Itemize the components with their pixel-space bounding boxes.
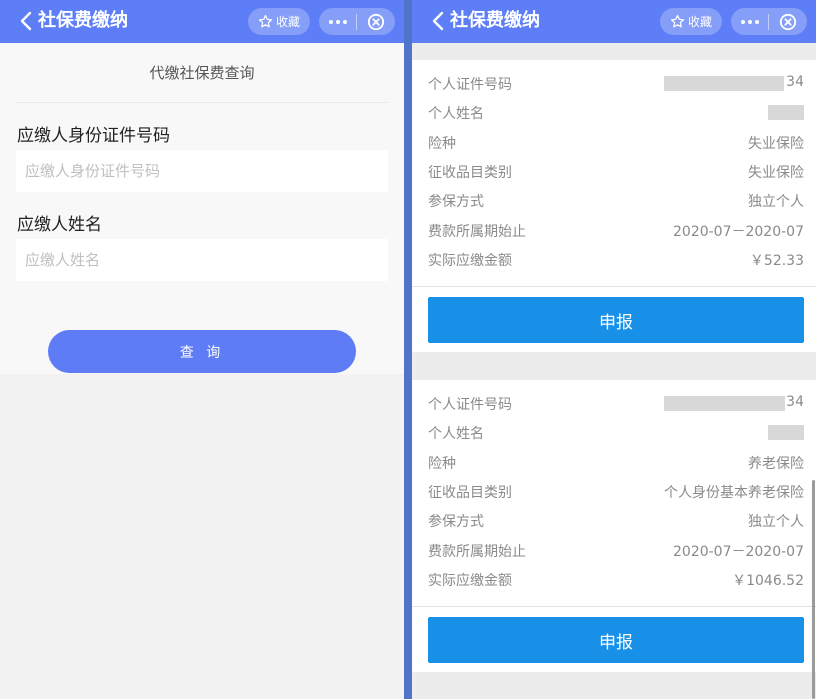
close-button[interactable] xyxy=(769,8,807,35)
header-bar: 社保费缴纳 收藏 xyxy=(0,0,404,43)
star-icon xyxy=(258,14,273,28)
screen-divider xyxy=(404,0,412,699)
results-screen: 社保费缴纳 收藏 个人证件号码 34 个人姓名 险种 失业保险 征收品目类别 失… xyxy=(412,0,816,699)
record-card: 个人证件号码 34 个人姓名 险种 失业保险 征收品目类别 失业保险 参保方式 … xyxy=(412,60,816,352)
more-icon xyxy=(328,19,347,24)
row-label: 费款所属期始止 xyxy=(428,224,526,240)
star-icon xyxy=(670,14,685,28)
id-number-input[interactable] xyxy=(16,150,388,192)
more-icon xyxy=(740,19,759,24)
capsule-menu xyxy=(319,8,395,35)
card-divider xyxy=(412,286,816,287)
id-number-label: 应缴人身份证件号码 xyxy=(17,126,170,146)
row-value: 独立个人 xyxy=(748,514,804,530)
row-label: 参保方式 xyxy=(428,194,484,210)
row-value: ￥52.33 xyxy=(749,253,804,269)
row-label: 个人证件号码 xyxy=(428,397,512,413)
detail-row: 险种 失业保险 xyxy=(428,133,804,153)
favorite-button[interactable]: 收藏 xyxy=(660,8,722,35)
heading-divider xyxy=(16,102,388,103)
detail-row: 实际应缴金额 ￥52.33 xyxy=(428,250,804,270)
redacted-mask xyxy=(768,425,804,440)
row-value: 个人身份基本养老保险 xyxy=(664,485,804,501)
report-button[interactable]: 申报 xyxy=(428,297,804,343)
scrollbar[interactable] xyxy=(812,480,815,699)
row-value: 失业保险 xyxy=(748,136,804,152)
query-button[interactable]: 查 询 xyxy=(48,330,356,373)
close-circle-icon xyxy=(779,13,797,30)
row-value: ￥1046.52 xyxy=(732,573,804,589)
card-divider xyxy=(412,606,816,607)
row-value: 养老保险 xyxy=(748,456,804,472)
favorite-label: 收藏 xyxy=(687,15,712,29)
row-label: 征收品目类别 xyxy=(428,165,512,181)
row-label: 参保方式 xyxy=(428,514,484,530)
redacted-mask xyxy=(768,105,804,120)
row-value: 失业保险 xyxy=(748,165,804,181)
query-screen: 社保费缴纳 收藏 代缴社保费查询 应缴人身份证件号码 应缴人姓名 查 询 xyxy=(0,0,404,699)
query-form xyxy=(0,43,404,374)
detail-row: 实际应缴金额 ￥1046.52 xyxy=(428,570,804,590)
chevron-left-icon xyxy=(432,11,444,31)
record-card: 个人证件号码 34 个人姓名 险种 养老保险 征收品目类别 个人身份基本养老保险… xyxy=(412,380,816,672)
back-button[interactable] xyxy=(14,9,38,33)
close-button[interactable] xyxy=(357,8,395,35)
detail-row: 参保方式 独立个人 xyxy=(428,511,804,531)
favorite-label: 收藏 xyxy=(275,15,300,29)
detail-row: 征收品目类别 失业保险 xyxy=(428,162,804,182)
header-bar: 社保费缴纳 收藏 xyxy=(412,0,816,43)
capsule-menu xyxy=(731,8,807,35)
row-value: 34 xyxy=(786,394,804,410)
row-label: 险种 xyxy=(428,136,456,152)
row-label: 征收品目类别 xyxy=(428,485,512,501)
detail-row: 个人姓名 xyxy=(428,423,804,443)
redacted-mask xyxy=(664,76,784,91)
row-value: 2020-07－2020-07 xyxy=(673,224,804,240)
more-button[interactable] xyxy=(731,8,768,35)
close-circle-icon xyxy=(367,13,385,30)
page-title: 社保费缴纳 xyxy=(450,10,540,31)
detail-row: 个人姓名 xyxy=(428,103,804,123)
detail-row: 费款所属期始止 2020-07－2020-07 xyxy=(428,541,804,561)
favorite-button[interactable]: 收藏 xyxy=(248,8,310,35)
detail-row: 个人证件号码 34 xyxy=(428,394,804,414)
redacted-mask xyxy=(664,396,785,411)
name-input[interactable] xyxy=(16,239,388,281)
detail-row: 参保方式 独立个人 xyxy=(428,191,804,211)
row-label: 险种 xyxy=(428,456,456,472)
row-value: 独立个人 xyxy=(748,194,804,210)
detail-row: 费款所属期始止 2020-07－2020-07 xyxy=(428,221,804,241)
detail-row: 险种 养老保险 xyxy=(428,453,804,473)
page-title: 社保费缴纳 xyxy=(38,10,128,31)
more-button[interactable] xyxy=(319,8,356,35)
row-label: 个人姓名 xyxy=(428,426,484,442)
row-value: 2020-07－2020-07 xyxy=(673,544,804,560)
row-label: 实际应缴金额 xyxy=(428,253,512,269)
row-label: 个人姓名 xyxy=(428,106,484,122)
row-label: 个人证件号码 xyxy=(428,77,512,93)
detail-row: 征收品目类别 个人身份基本养老保险 xyxy=(428,482,804,502)
report-button[interactable]: 申报 xyxy=(428,617,804,663)
form-heading: 代缴社保费查询 xyxy=(149,64,255,82)
detail-row: 个人证件号码 34 xyxy=(428,74,804,94)
row-value: 34 xyxy=(786,74,804,90)
back-button[interactable] xyxy=(426,9,450,33)
row-label: 费款所属期始止 xyxy=(428,544,526,560)
chevron-left-icon xyxy=(20,11,32,31)
row-label: 实际应缴金额 xyxy=(428,573,512,589)
name-label: 应缴人姓名 xyxy=(17,215,102,235)
